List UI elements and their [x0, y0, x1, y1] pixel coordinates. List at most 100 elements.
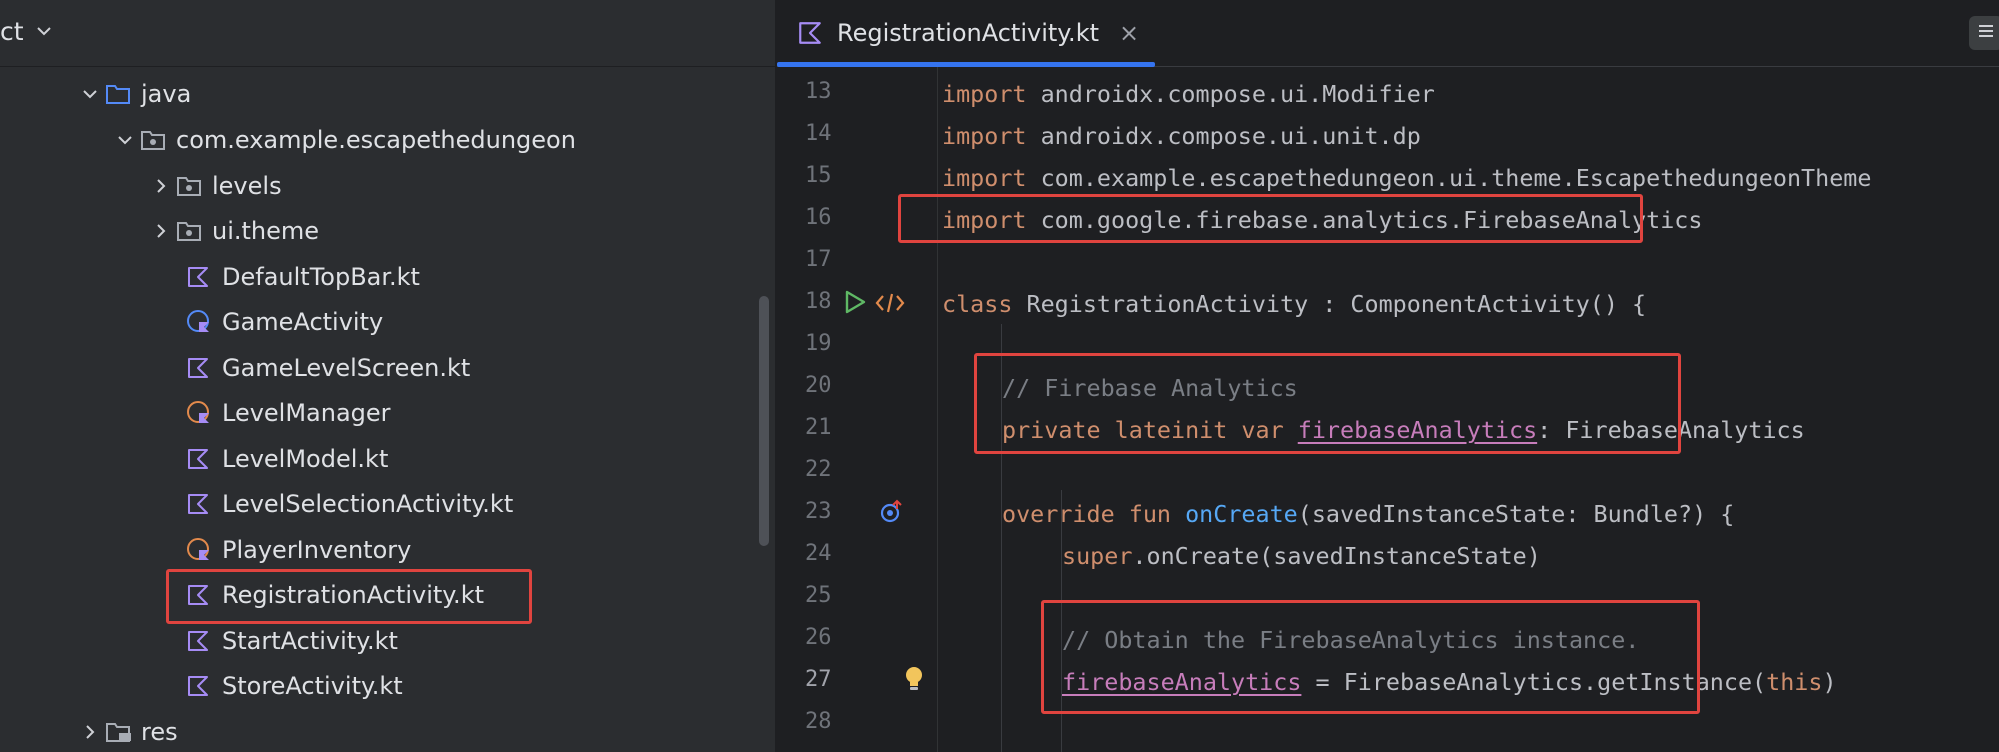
tree-item-startactivity[interactable]: StartActivity.kt [186, 621, 398, 661]
line-number: 13 [805, 79, 832, 104]
tree-item-playerinventory[interactable]: PlayerInventory [186, 530, 411, 570]
tree-item-label: java [141, 80, 192, 108]
code-token: override fun [1002, 500, 1171, 528]
code-token: import [942, 80, 1027, 108]
code-token: import [942, 206, 1027, 234]
project-view-selector[interactable]: ct [0, 13, 52, 46]
tree-item-label: GameLevelScreen.kt [222, 354, 471, 382]
kotlin-object-icon [186, 400, 220, 426]
chevron-right-icon[interactable] [146, 178, 176, 194]
line-number: 14 [805, 121, 832, 146]
tree-item-package-root[interactable]: com.example.escapethedungeon [110, 120, 576, 160]
tree-item-java[interactable]: java [75, 74, 191, 114]
tree-item-defaulttopbar[interactable]: DefaultTopBar.kt [186, 257, 420, 297]
line-number: 22 [805, 457, 832, 482]
line-number: 20 [805, 373, 832, 398]
code-token: private lateinit var [1002, 416, 1284, 444]
code-line-18[interactable]: class RegistrationActivity : ComponentAc… [942, 284, 1646, 324]
code-tag-icon[interactable] [875, 291, 905, 315]
tree-item-storeactivity[interactable]: StoreActivity.kt [186, 666, 403, 706]
tree-item-gameactivity[interactable]: GameActivity [186, 302, 383, 342]
line-number: 23 [805, 499, 832, 524]
code-line-24[interactable]: super.onCreate(savedInstanceState) [1062, 536, 1541, 576]
code-line-13[interactable]: import androidx.compose.ui.Modifier [942, 74, 1435, 114]
code-function: onCreate [1185, 500, 1298, 528]
chevron-down-icon[interactable] [110, 135, 140, 145]
code-token: class [942, 290, 1013, 318]
code-line-21[interactable]: private lateinit var firebaseAnalytics: … [1002, 410, 1805, 450]
code-line-14[interactable]: import androidx.compose.ui.unit.dp [942, 116, 1421, 156]
line-number: 15 [805, 163, 832, 188]
code-line-23[interactable]: override fun onCreate(savedInstanceState… [1002, 494, 1734, 534]
code-comment: // Firebase Analytics [1002, 374, 1298, 402]
chevron-right-icon[interactable] [75, 724, 105, 740]
tree-item-label: GameActivity [222, 308, 384, 336]
code-token: com.example.escapethedungeon.ui.theme.Es… [1026, 164, 1872, 192]
tree-item-label: RegistrationActivity.kt [222, 581, 484, 609]
project-tool-window: ct java com.example.escapethedungeon lev… [0, 0, 775, 752]
tree-item-label: LevelManager [222, 399, 391, 427]
code-token: ) [1822, 668, 1837, 696]
code-token: : FirebaseAnalytics [1537, 416, 1805, 444]
code-token: (savedInstanceState: Bundle?) { [1297, 500, 1735, 528]
kotlin-file-icon [186, 629, 220, 653]
code-line-15[interactable]: import com.example.escapethedungeon.ui.t… [942, 158, 1871, 198]
editor-menu-button[interactable] [1969, 16, 1999, 50]
tree-item-label: res [141, 718, 178, 746]
resource-folder-icon [105, 721, 139, 743]
tree-item-res[interactable]: res [75, 712, 178, 752]
tree-item-label: PlayerInventory [222, 536, 412, 564]
lightbulb-icon[interactable] [903, 665, 925, 693]
code-token: .onCreate(savedInstanceState) [1132, 542, 1541, 570]
project-header: ct [0, 0, 775, 67]
code-token: super [1062, 542, 1133, 570]
code-line-16[interactable]: import com.google.firebase.analytics.Fir… [942, 200, 1702, 240]
code-line-27[interactable]: firebaseAnalytics = FirebaseAnalytics.ge… [1062, 662, 1837, 702]
code-line-20[interactable]: // Firebase Analytics [1002, 368, 1298, 408]
menu-icon [1977, 23, 1995, 43]
tree-item-levels[interactable]: levels [146, 166, 282, 206]
line-number: 16 [805, 205, 832, 230]
package-icon [176, 175, 210, 197]
tree-item-ui-theme[interactable]: ui.theme [146, 211, 319, 251]
tree-item-gamelevelscreen[interactable]: GameLevelScreen.kt [186, 348, 470, 388]
kotlin-file-icon [186, 447, 220, 471]
tree-item-label: LevelModel.kt [222, 445, 389, 473]
override-icon[interactable] [879, 499, 905, 525]
current-line-number: 27 [805, 667, 832, 692]
tree-item-label: StoreActivity.kt [222, 672, 403, 700]
tree-item-levelselectionactivity[interactable]: LevelSelectionActivity.kt [186, 484, 513, 524]
kotlin-file-icon [797, 20, 823, 46]
line-number: 25 [805, 583, 832, 608]
kotlin-object-icon [186, 537, 220, 563]
run-icon[interactable] [843, 289, 867, 315]
tree-item-levelmanager[interactable]: LevelManager [186, 393, 391, 433]
code-comment: // Obtain the FirebaseAnalytics instance… [1062, 626, 1640, 654]
code-line-26[interactable]: // Obtain the FirebaseAnalytics instance… [1062, 620, 1639, 660]
code-token: RegistrationActivity : ComponentActivity… [1012, 290, 1647, 318]
line-number: 26 [805, 625, 832, 650]
tree-item-registrationactivity[interactable]: RegistrationActivity.kt [186, 575, 484, 615]
tree-item-label: levels [212, 172, 282, 200]
kotlin-file-icon [186, 492, 220, 516]
close-icon[interactable]: × [1119, 19, 1139, 47]
code-token: androidx.compose.ui.Modifier [1026, 80, 1435, 108]
tab-registrationactivity[interactable]: RegistrationActivity.kt × [777, 0, 1155, 66]
line-number: 28 [805, 709, 832, 734]
chevron-down-icon[interactable] [75, 89, 105, 99]
tree-item-label: com.example.escapethedungeon [176, 126, 576, 154]
code-token: androidx.compose.ui.unit.dp [1026, 122, 1421, 150]
code-token: import [942, 122, 1027, 150]
tree-item-levelmodel[interactable]: LevelModel.kt [186, 439, 388, 479]
code-property: firebaseAnalytics [1297, 416, 1538, 444]
tab-label: RegistrationActivity.kt [837, 19, 1099, 47]
kotlin-file-icon [186, 356, 220, 380]
project-view-title: ct [0, 17, 24, 46]
tree-item-label: StartActivity.kt [222, 627, 398, 655]
chevron-right-icon[interactable] [146, 223, 176, 239]
tree-item-label: ui.theme [212, 217, 320, 245]
editor-gutter: 13 14 15 16 17 18 19 20 21 22 23 24 25 2… [777, 67, 938, 752]
project-tree-scrollbar[interactable] [759, 296, 769, 546]
kotlin-class-icon [186, 309, 220, 335]
kotlin-file-icon [186, 265, 220, 289]
